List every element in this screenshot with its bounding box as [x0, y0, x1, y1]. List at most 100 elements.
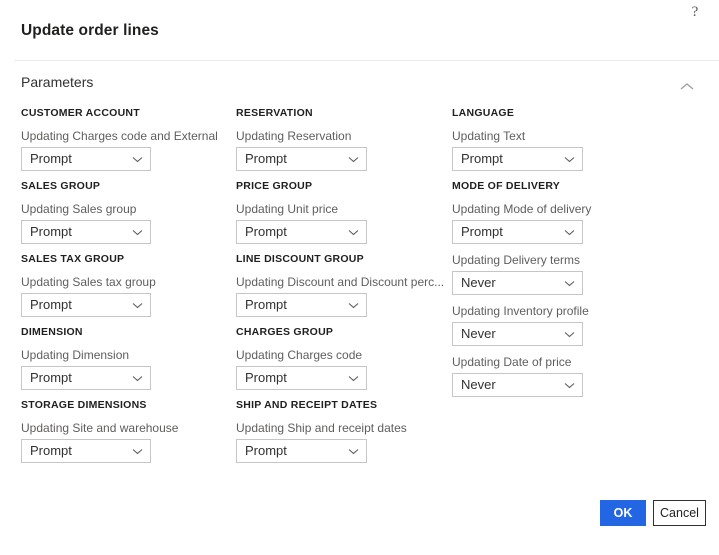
dropdown-updating-date-of-price[interactable]: Never	[452, 373, 583, 397]
group-charges-group: CHARGES GROUP Updating Charges code Prom…	[236, 326, 446, 390]
chevron-down-icon	[348, 375, 359, 382]
field-label: Updating Inventory profile	[452, 304, 589, 318]
chevron-down-icon	[564, 382, 575, 389]
dropdown-updating-inventory-profile[interactable]: Never	[452, 322, 583, 346]
dropdown-value: Prompt	[30, 151, 72, 166]
dropdown-value: Prompt	[30, 297, 72, 312]
field-label: Updating Discount and Discount perc...	[236, 275, 445, 289]
field-updating-inventory-profile: Updating Inventory profile Never	[452, 304, 687, 346]
group-line-discount-group: LINE DISCOUNT GROUP Updating Discount an…	[236, 253, 446, 317]
group-heading: PRICE GROUP	[236, 180, 313, 192]
field-label: Updating Charges code	[236, 348, 363, 362]
field-label: Updating Sales group	[21, 202, 137, 216]
group-reservation: RESERVATION Updating Reservation Prompt	[236, 107, 446, 171]
dropdown-value: Prompt	[30, 370, 72, 385]
chevron-down-icon	[348, 302, 359, 309]
group-heading: SALES GROUP	[21, 180, 101, 192]
field-updating-reservation: Updating Reservation Prompt	[236, 129, 446, 171]
field-updating-ship-and-receipt-dates: Updating Ship and receipt dates Prompt	[236, 421, 446, 463]
dropdown-updating-ship-and-receipt-dates[interactable]: Prompt	[236, 439, 367, 463]
field-label: Updating Reservation	[236, 129, 352, 143]
dropdown-updating-charges-code-and-external[interactable]: Prompt	[21, 147, 151, 171]
dropdown-updating-sales-tax-group[interactable]: Prompt	[21, 293, 151, 317]
dropdown-updating-site-and-warehouse[interactable]: Prompt	[21, 439, 151, 463]
group-heading: MODE OF DELIVERY	[452, 180, 561, 192]
dropdown-updating-text[interactable]: Prompt	[452, 147, 583, 171]
column-2: RESERVATION Updating Reservation Prompt …	[236, 107, 446, 472]
field-label: Updating Date of price	[452, 355, 572, 369]
dropdown-updating-delivery-terms[interactable]: Never	[452, 271, 583, 295]
chevron-down-icon	[348, 448, 359, 455]
dropdown-updating-mode-of-delivery[interactable]: Prompt	[452, 220, 583, 244]
group-heading: RESERVATION	[236, 107, 313, 119]
field-label: Updating Mode of delivery	[452, 202, 592, 216]
chevron-up-icon[interactable]	[679, 81, 695, 93]
chevron-down-icon	[564, 280, 575, 287]
dropdown-value: Never	[461, 275, 496, 290]
chevron-down-icon	[132, 302, 143, 309]
group-price-group: PRICE GROUP Updating Unit price Prompt	[236, 180, 446, 244]
dropdown-updating-sales-group[interactable]: Prompt	[21, 220, 151, 244]
dropdown-updating-discount-and-discount-percent[interactable]: Prompt	[236, 293, 367, 317]
group-mode-of-delivery: MODE OF DELIVERY Updating Mode of delive…	[452, 180, 687, 397]
field-updating-sales-group: Updating Sales group Prompt	[21, 202, 221, 244]
group-heading: SALES TAX GROUP	[21, 253, 125, 265]
dropdown-value: Prompt	[245, 443, 287, 458]
dropdown-value: Prompt	[461, 224, 503, 239]
chevron-down-icon	[564, 229, 575, 236]
field-updating-site-and-warehouse: Updating Site and warehouse Prompt	[21, 421, 221, 463]
dropdown-updating-unit-price[interactable]: Prompt	[236, 220, 367, 244]
dropdown-value: Prompt	[245, 370, 287, 385]
field-updating-charges-code: Updating Charges code Prompt	[236, 348, 446, 390]
dropdown-updating-dimension[interactable]: Prompt	[21, 366, 151, 390]
dropdown-updating-charges-code[interactable]: Prompt	[236, 366, 367, 390]
group-heading: LANGUAGE	[452, 107, 515, 119]
dropdown-value: Prompt	[30, 443, 72, 458]
field-updating-mode-of-delivery: Updating Mode of delivery Prompt	[452, 202, 687, 244]
dropdown-value: Prompt	[245, 224, 287, 239]
field-label: Updating Text	[452, 129, 526, 143]
dropdown-value: Prompt	[461, 151, 503, 166]
field-updating-dimension: Updating Dimension Prompt	[21, 348, 221, 390]
field-label: Updating Dimension	[21, 348, 130, 362]
section-title: Parameters	[21, 74, 94, 90]
column-1: CUSTOMER ACCOUNT Updating Charges code a…	[21, 107, 221, 472]
dropdown-updating-reservation[interactable]: Prompt	[236, 147, 367, 171]
group-heading: SHIP AND RECEIPT DATES	[236, 399, 378, 411]
chevron-down-icon	[132, 448, 143, 455]
group-sales-group: SALES GROUP Updating Sales group Prompt	[21, 180, 221, 244]
field-updating-delivery-terms: Updating Delivery terms Never	[452, 253, 687, 295]
ok-button[interactable]: OK	[600, 500, 646, 526]
field-label: Updating Sales tax group	[21, 275, 156, 289]
cancel-button[interactable]: Cancel	[653, 500, 706, 526]
help-icon[interactable]: ?	[685, 2, 705, 22]
group-heading: LINE DISCOUNT GROUP	[236, 253, 364, 265]
group-sales-tax-group: SALES TAX GROUP Updating Sales tax group…	[21, 253, 221, 317]
field-updating-sales-tax-group: Updating Sales tax group Prompt	[21, 275, 221, 317]
dropdown-value: Never	[461, 326, 496, 341]
page-title: Update order lines	[21, 22, 159, 39]
chevron-down-icon	[132, 375, 143, 382]
group-dimension: DIMENSION Updating Dimension Prompt	[21, 326, 221, 390]
dropdown-value: Prompt	[30, 224, 72, 239]
group-ship-and-receipt-dates: SHIP AND RECEIPT DATES Updating Ship and…	[236, 399, 446, 463]
group-language: LANGUAGE Updating Text Prompt	[452, 107, 687, 171]
column-3: LANGUAGE Updating Text Prompt MODE OF DE…	[452, 107, 687, 406]
chevron-down-icon	[132, 229, 143, 236]
parameters-section-header[interactable]: Parameters	[0, 74, 719, 100]
field-updating-text: Updating Text Prompt	[452, 129, 687, 171]
field-label: Updating Ship and receipt dates	[236, 421, 407, 435]
field-label: Updating Charges code and External	[21, 129, 218, 143]
dropdown-value: Never	[461, 377, 496, 392]
field-label: Updating Unit price	[236, 202, 339, 216]
group-heading: STORAGE DIMENSIONS	[21, 399, 147, 411]
chevron-down-icon	[348, 229, 359, 236]
header-divider	[14, 60, 719, 61]
dropdown-value: Prompt	[245, 151, 287, 166]
dialog-header: ? Update order lines	[0, 0, 719, 61]
group-heading: CHARGES GROUP	[236, 326, 334, 338]
chevron-down-icon	[564, 156, 575, 163]
chevron-down-icon	[564, 331, 575, 338]
dropdown-value: Prompt	[245, 297, 287, 312]
group-heading: DIMENSION	[21, 326, 83, 338]
